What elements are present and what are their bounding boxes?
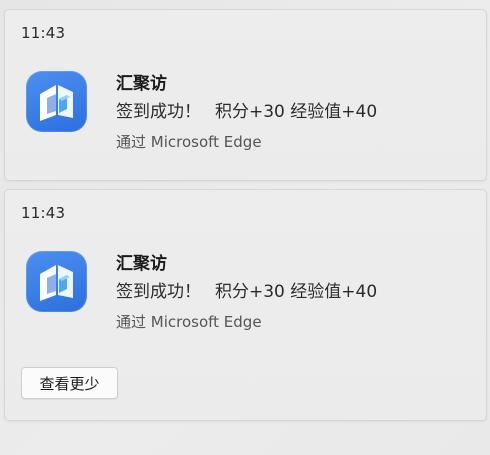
notification-card[interactable]: 11:43 汇聚访 签到成功！ 积分+30 经验值+40 通过 Microsoft…	[4, 9, 487, 181]
app-name: 汇聚访	[116, 254, 167, 274]
message-status: 签到成功！	[116, 102, 201, 122]
notification-time: 11:43	[21, 24, 66, 42]
notification-message: 签到成功！ 积分+30 经验值+40	[116, 97, 377, 122]
app-icon	[26, 251, 87, 312]
notification-source: 通过 Microsoft Edge	[116, 133, 262, 151]
app-icon	[26, 71, 87, 132]
notification-card[interactable]: 11:43 汇聚访 签到成功！ 积分+30 经验值+40 通过 Microsoft…	[4, 189, 487, 421]
message-status: 签到成功！	[116, 282, 201, 302]
see-less-button[interactable]: 查看更少	[21, 367, 118, 399]
app-name: 汇聚访	[116, 74, 167, 94]
notification-time: 11:43	[21, 204, 66, 222]
message-reward: 积分+30 经验值+40	[215, 282, 378, 302]
notification-message: 签到成功！ 积分+30 经验值+40	[116, 277, 377, 302]
notification-source: 通过 Microsoft Edge	[116, 313, 262, 331]
message-reward: 积分+30 经验值+40	[215, 102, 378, 122]
